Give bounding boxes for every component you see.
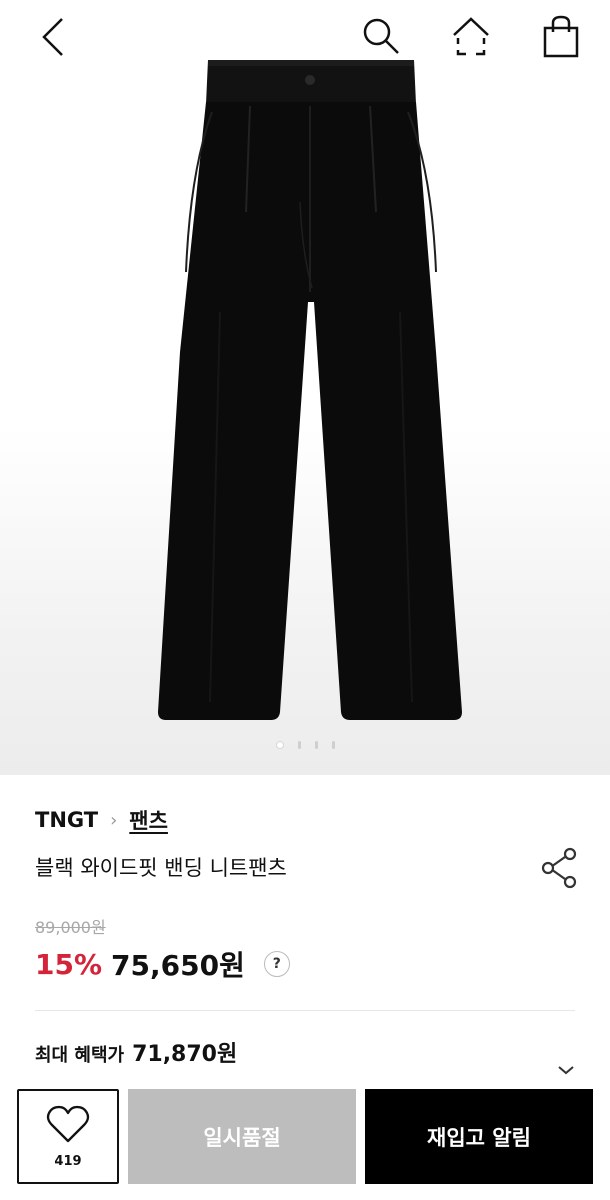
pagination-dot[interactable] (331, 741, 335, 749)
chevron-right-icon: › (110, 809, 118, 831)
home-icon[interactable] (448, 14, 494, 60)
product-image (158, 60, 462, 720)
discount-rate: 15% (35, 947, 103, 981)
bottom-action-bar: 419 일시품절 재입고 알림 (0, 1078, 610, 1200)
pagination-dot[interactable] (297, 741, 301, 749)
product-title: 블랙 와이드핏 밴딩 니트팬츠 (35, 856, 287, 880)
benefit-label: 최대 혜택가 (35, 1045, 125, 1066)
benefit-price: 71,870원 (132, 1042, 238, 1067)
breadcrumb: TNGT › 팬츠 (35, 805, 168, 835)
chevron-down-icon[interactable] (556, 1064, 576, 1076)
pagination-dot-active[interactable] (275, 741, 284, 749)
like-button[interactable]: 419 (17, 1089, 119, 1184)
like-count: 419 (54, 1154, 82, 1169)
search-icon[interactable] (358, 14, 404, 60)
product-detail-page: TNGT › 팬츠 블랙 와이드핏 밴딩 니트팬츠 89,000원 15% 75… (0, 0, 610, 1200)
soldout-button[interactable]: 일시품절 (128, 1089, 356, 1184)
share-icon[interactable] (538, 846, 582, 890)
price-row: 15% 75,650원 ? (35, 944, 290, 984)
heart-icon (46, 1105, 90, 1143)
category-link[interactable]: 팬츠 (129, 805, 168, 835)
shopping-bag-icon[interactable] (538, 14, 584, 60)
divider (35, 1010, 575, 1011)
help-icon[interactable]: ? (263, 951, 290, 977)
original-price: 89,000원 (35, 918, 106, 937)
product-image-gallery[interactable] (0, 0, 610, 775)
top-navigation-bar (0, 0, 610, 78)
pagination-dot[interactable] (314, 741, 318, 749)
max-benefit-price[interactable]: 최대 혜택가 71,870원 (35, 1036, 237, 1068)
gallery-pagination (0, 740, 610, 750)
restock-alert-button[interactable]: 재입고 알림 (365, 1089, 593, 1184)
chevron-left-icon[interactable] (30, 14, 76, 60)
brand-link[interactable]: TNGT (35, 808, 98, 832)
sale-price: 75,650원 (111, 949, 245, 982)
